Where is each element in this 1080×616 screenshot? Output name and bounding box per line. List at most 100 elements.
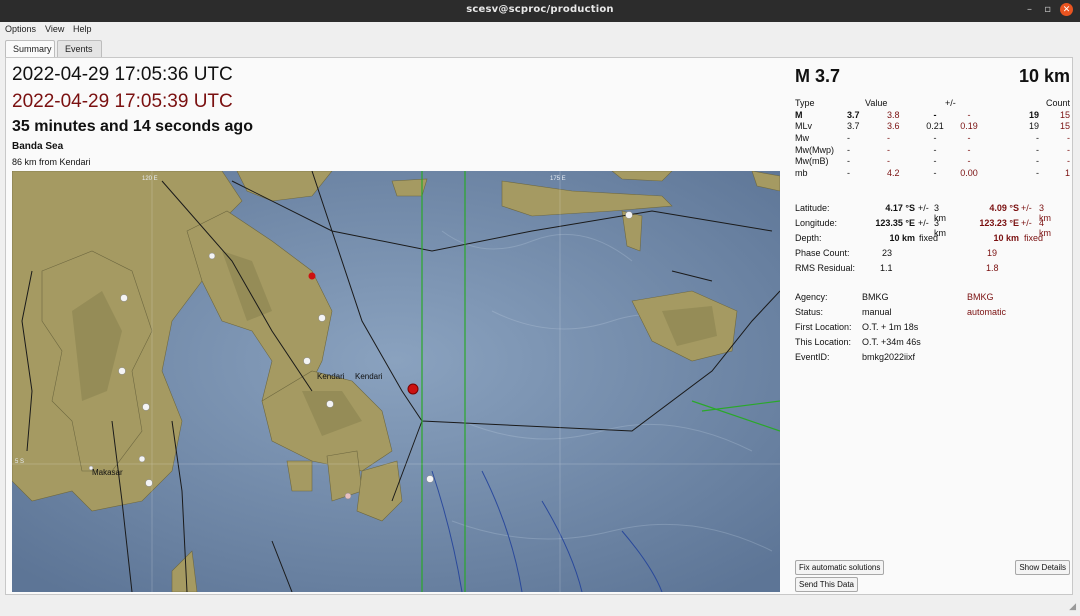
tab-summary[interactable]: Summary: [5, 40, 55, 58]
tab-events[interactable]: Events: [57, 40, 102, 57]
send-this-data-button[interactable]: Send This Data: [795, 577, 858, 592]
mag-count: -: [1036, 167, 1039, 178]
menubar: Options View Help: [0, 22, 1080, 38]
agency-value-alt: BMKG: [967, 292, 994, 302]
mag-type: Mw(mB): [795, 156, 829, 167]
status-value-alt: automatic: [967, 307, 1007, 317]
latitude-value: 4.17 °S: [885, 203, 915, 213]
magnitude-value: M 3.7: [795, 66, 841, 86]
fix-automatic-solutions-button[interactable]: Fix automatic solutions: [795, 560, 885, 575]
summary-panel: 2022-04-29 17:05:36 UTC 2022-04-29 17:05…: [5, 57, 1073, 595]
details-panel: M 3.7 10 km Type Value +/- Count M 3.7 3…: [795, 58, 1070, 594]
mag-error-alt: 0.19: [960, 121, 978, 132]
first-location-value: O.T. + 1m 18s: [862, 322, 919, 332]
latitude-pm: +/-: [918, 203, 929, 213]
origin-time-primary: 2022-04-29 17:05:36 UTC: [12, 64, 233, 85]
table-row[interactable]: Mw - - - - - -: [795, 133, 1070, 145]
table-row[interactable]: Mw(mB) - - - - - -: [795, 156, 1070, 168]
resize-grip-icon[interactable]: ◢: [1069, 601, 1076, 612]
mag-count-alt: -: [1067, 144, 1070, 155]
mag-value-alt: -: [887, 144, 890, 155]
depth-flag-alt: fixed: [1024, 233, 1044, 243]
mag-value-alt: 3.6: [887, 121, 900, 132]
this-location-value: O.T. +34m 46s: [862, 337, 921, 347]
show-details-button[interactable]: Show Details: [1015, 560, 1070, 575]
epicenter-marker[interactable]: [407, 383, 419, 395]
mag-count: -: [1036, 133, 1039, 144]
window-title: scesv@scproc/production: [466, 4, 614, 15]
table-row[interactable]: mb - 4.2 - 0.00 - 1: [795, 168, 1070, 180]
event-id-value[interactable]: bmkg2022iixf: [862, 352, 915, 362]
mag-value-alt: -: [887, 133, 890, 144]
mag-error-alt: -: [967, 144, 971, 155]
minimize-icon[interactable]: –: [1027, 4, 1032, 15]
depth-label: Depth:: [795, 233, 822, 243]
latitude-pm-alt: +/-: [1021, 203, 1032, 213]
agency-value: BMKG: [862, 292, 889, 302]
phase-count-value: 23: [882, 248, 893, 258]
longitude-label: 175 E: [550, 176, 566, 182]
mag-value: 3.7: [847, 109, 860, 120]
mag-error: 0.21: [926, 121, 944, 132]
mag-type: M: [795, 109, 803, 120]
mag-value: -: [847, 156, 850, 167]
table-row[interactable]: M 3.7 3.8 - - 19 15: [795, 110, 1070, 122]
phase-count-label: Phase Count:: [795, 248, 850, 258]
table-row[interactable]: MLv 3.7 3.6 0.21 0.19 19 15: [795, 121, 1070, 133]
mag-count-alt: 15: [1059, 121, 1070, 132]
map-canvas[interactable]: Kendari Kendari Makasar 5 S 175 E 120 E: [12, 171, 780, 592]
first-location-label: First Location:: [795, 322, 852, 332]
close-icon[interactable]: ✕: [1060, 3, 1073, 16]
rms-value: 1.1: [880, 263, 893, 273]
menu-view[interactable]: View: [45, 24, 64, 34]
mag-count: -: [1036, 144, 1039, 155]
mag-error: -: [933, 109, 937, 120]
region-name: Banda Sea: [12, 141, 64, 152]
event-id-label: EventID:: [795, 352, 830, 362]
place-label: Makasar: [92, 468, 123, 477]
menu-help[interactable]: Help: [73, 24, 92, 34]
origin-time-secondary: 2022-04-29 17:05:39 UTC: [12, 91, 233, 112]
table-header-row: Type Value +/- Count: [795, 98, 1070, 110]
latitude-value-alt: 4.09 °S: [989, 203, 1019, 213]
longitude-value-alt: 123.23 °E: [979, 218, 1019, 228]
mag-count-alt: 15: [1059, 109, 1070, 120]
mag-error-alt: -: [967, 133, 971, 144]
longitude-pm: +/-: [918, 218, 929, 228]
latitude-label: Latitude:: [795, 203, 830, 213]
window-titlebar: scesv@scproc/production – ▫ ✕: [0, 0, 1080, 22]
magnitude-table: Type Value +/- Count M 3.7 3.8 - - 19 15…: [795, 98, 1070, 179]
maximize-icon[interactable]: ▫: [1044, 4, 1051, 15]
column-header-type: Type: [795, 98, 815, 109]
mag-value: -: [847, 167, 850, 178]
mag-count-alt: -: [1067, 156, 1070, 167]
depth-field-alt: 10 km: [993, 233, 1019, 243]
agency-label: Agency:: [795, 292, 828, 302]
column-header-value: Value: [865, 98, 888, 109]
longitude-value: 123.35 °E: [875, 218, 915, 228]
elapsed-time: 35 minutes and 14 seconds ago: [12, 118, 253, 135]
mag-count: -: [1036, 156, 1039, 167]
table-row[interactable]: Mw(Mwp) - - - - - -: [795, 144, 1070, 156]
station-active-marker: [308, 272, 316, 280]
menu-options[interactable]: Options: [5, 24, 36, 34]
event-map[interactable]: Kendari Kendari Makasar 5 S 175 E 120 E: [12, 171, 780, 592]
place-label: Kendari: [317, 372, 345, 381]
column-header-error: +/-: [945, 98, 956, 109]
mag-count-alt: -: [1067, 133, 1070, 144]
place-label: Kendari: [355, 372, 383, 381]
mag-type: Mw: [795, 133, 809, 144]
mag-type: Mw(Mwp): [795, 144, 834, 155]
mag-error: -: [933, 133, 937, 144]
mag-count: 19: [1028, 109, 1039, 120]
depth-value: 10 km: [1018, 66, 1070, 86]
longitude-label: 120 E: [142, 176, 158, 182]
mag-error-alt: 0.00: [960, 167, 978, 178]
latitude-label: 5 S: [15, 459, 24, 465]
status-label: Status:: [795, 307, 824, 317]
mag-type: mb: [795, 167, 808, 178]
mag-value: -: [847, 144, 850, 155]
mag-count-alt: 1: [1064, 167, 1070, 178]
this-location-label: This Location:: [795, 337, 852, 347]
mag-error: -: [933, 156, 937, 167]
